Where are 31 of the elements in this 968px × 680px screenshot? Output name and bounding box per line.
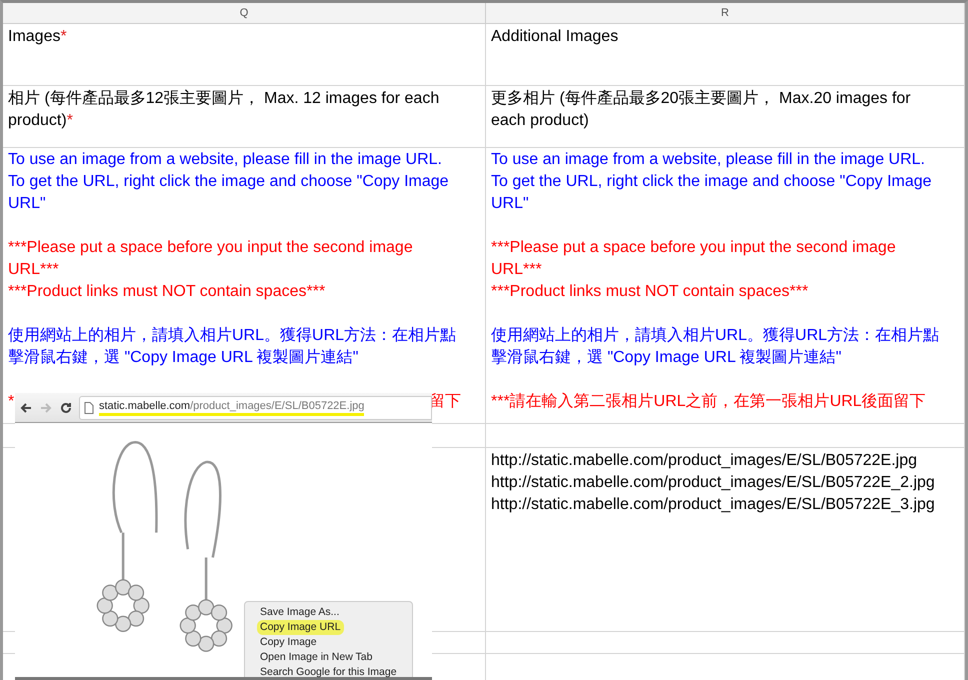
instruction-fragment: * (8, 392, 14, 412)
image-url: http://static.mabelle.com/product_images/E/SL/B05722E_2.jpg (491, 473, 936, 493)
column-header[interactable]: R (486, 3, 965, 24)
instruction-text: 使用網站上的相片，請填入相片URL。獲得URL方法：在相片點擊滑鼠右鍵，選 "Copy Image URL 複製圖片連結" (8, 326, 458, 368)
menu-item[interactable]: Search Google for this Image (260, 665, 397, 680)
forward-icon (39, 400, 53, 414)
back-icon (19, 400, 33, 414)
field-name: Additional Images (491, 28, 618, 45)
menu-item[interactable]: Copy Image URL (257, 620, 344, 635)
instruction-text: ***請在輸入第二張相片URL之前，在第一張相片URL後面留下 (491, 392, 927, 412)
column-header[interactable]: Q (3, 3, 486, 24)
address-bar[interactable]: static.mabelle.com/product_images/E/SL/B05722E.jpg (79, 396, 432, 420)
instruction-text: To use an image from a website, please fill in the image URL. To get the URL, right click the image and choose "Copy Image URL" (8, 150, 450, 214)
field-description: 更多相片 (每件產品最多20張主要圖片， Max.20 images for each product) (491, 88, 912, 131)
menu-item[interactable]: Open Image in New Tab (260, 650, 372, 665)
required-mark: * (60, 28, 67, 45)
image-url: http://static.mabelle.com/product_images/E/SL/B05722E.jpg (491, 451, 918, 471)
instruction-text: 使用網站上的相片，請填入相片URL。獲得URL方法：在相片點擊滑鼠右鍵，選 "Copy Image URL 複製圖片連結" (491, 326, 940, 368)
image-url: http://static.mabelle.com/product_images/E/SL/B05722E_3.jpg (491, 495, 936, 515)
instruction-text: ***Please put a space before you input the second image URL*** ***Product links must NOT contain spaces*** (8, 238, 414, 302)
field-description: 相片 (每件產品最多12張主要圖片， Max. 12 images for each product)* (8, 88, 440, 131)
reload-icon (59, 400, 73, 414)
field-name: Images* (8, 28, 67, 45)
menu-item[interactable]: Copy Image (260, 635, 317, 650)
empty-cell[interactable] (486, 424, 965, 448)
instruction-text: To use an image from a website, please fill in the image URL. To get the URL, right click the image and choose "Copy Image URL" (491, 150, 933, 214)
menu-item[interactable]: Save Image As... (260, 605, 340, 620)
page-icon (84, 402, 94, 414)
empty-cell[interactable] (486, 632, 965, 654)
address-text: static.mabelle.com/product_images/E/SL/B05722E.jpg (99, 400, 364, 416)
instruction-text: ***Please put a space before you input the second image URL*** ***Product links must NOT contain spaces*** (491, 238, 897, 302)
